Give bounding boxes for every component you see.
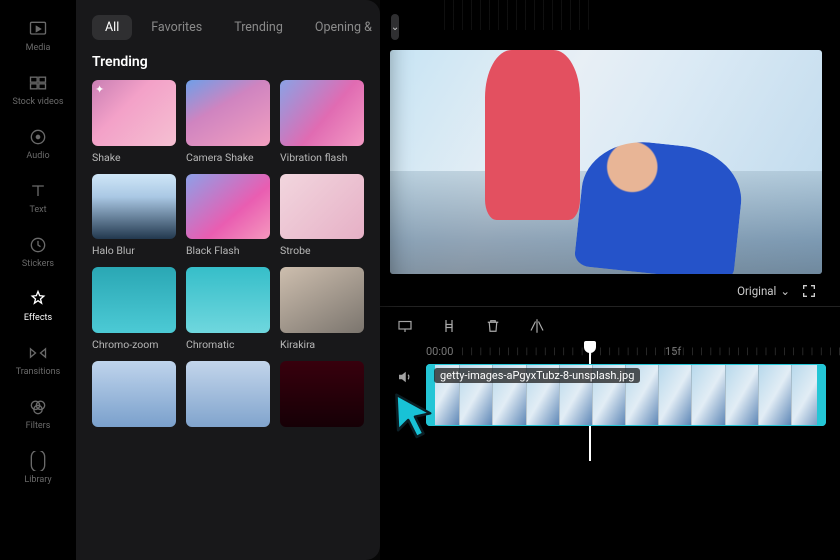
effect-kirakira[interactable]: Kirakira <box>280 267 364 351</box>
effect-label: Kirakira <box>280 338 364 351</box>
preview-wrap <box>380 0 840 274</box>
effect-thumbnail <box>186 267 270 333</box>
timeline-toolbar <box>380 306 840 343</box>
sidebar-item-effects[interactable]: Effects <box>8 280 68 332</box>
effect-label: Halo Blur <box>92 244 176 257</box>
sidebar-item-label: Media <box>26 43 51 53</box>
effects-grid: ✦ Shake Camera Shake Vibration flash Hal… <box>92 80 364 427</box>
sidebar-item-transitions[interactable]: Transitions <box>8 334 68 386</box>
effect-label: Shake <box>92 151 176 164</box>
effects-panel: All Favorites Trending Opening & ⌄ Trend… <box>76 0 380 560</box>
ruler-ticks: ||||||||||||||||||||||||||||||||||||||||… <box>461 347 840 357</box>
effect-label: Black Flash <box>186 244 270 257</box>
effect-thumbnail <box>186 174 270 240</box>
split-tool-button[interactable] <box>438 315 460 337</box>
sidebar-item-label: Stock videos <box>12 97 63 107</box>
effect-vibration-flash[interactable]: Vibration flash <box>280 80 364 164</box>
effect-thumbnail <box>186 361 270 427</box>
tab-all[interactable]: All <box>92 15 132 40</box>
audio-icon <box>28 127 48 147</box>
sidebar-item-stickers[interactable]: Stickers <box>8 226 68 278</box>
media-icon <box>28 19 48 39</box>
fullscreen-button[interactable] <box>800 282 818 300</box>
sidebar-item-label: Filters <box>26 421 51 431</box>
left-sidebar: Media Stock videos Audio Text Stickers E… <box>0 0 76 560</box>
zoom-label-text: Original <box>737 284 776 298</box>
effect-chromatic[interactable]: Chromatic <box>186 267 270 351</box>
sidebar-item-label: Library <box>24 475 51 485</box>
timeline-area: getty-images-aPgyxTubz-8-unsplash.jpg <box>380 362 840 426</box>
sparkle-icon: ✦ <box>95 83 109 97</box>
effect-label: Vibration flash <box>280 151 364 164</box>
video-preview[interactable] <box>390 50 822 274</box>
effect-item[interactable] <box>92 361 176 427</box>
sidebar-item-label: Effects <box>24 313 52 323</box>
effect-thumbnail <box>280 267 364 333</box>
sidebar-item-label: Text <box>29 205 46 215</box>
library-icon <box>28 451 48 471</box>
sidebar-item-media[interactable]: Media <box>8 10 68 62</box>
mute-button[interactable] <box>394 368 416 386</box>
effect-item[interactable] <box>280 361 364 427</box>
effect-item[interactable] <box>186 361 270 427</box>
effects-tabs: All Favorites Trending Opening & ⌄ <box>92 14 364 40</box>
section-title-trending: Trending <box>92 54 364 70</box>
effect-thumbnail <box>186 80 270 146</box>
chevron-down-icon: ⌄ <box>780 284 790 298</box>
effect-thumbnail <box>280 361 364 427</box>
effect-label: Strobe <box>280 244 364 257</box>
stock-videos-icon <box>28 73 48 93</box>
text-icon <box>28 181 48 201</box>
tab-favorites[interactable]: Favorites <box>138 15 215 40</box>
tab-opening[interactable]: Opening & <box>302 15 385 40</box>
sidebar-item-library[interactable]: Library <box>8 442 68 494</box>
chevron-down-icon: ⌄ <box>391 22 399 33</box>
effect-halo-blur[interactable]: Halo Blur <box>92 174 176 258</box>
timeline-ruler[interactable]: 00:00 ||||||||||||||||||||||||||||||||||… <box>380 343 840 362</box>
marker-tool-button[interactable] <box>394 315 416 337</box>
effect-thumbnail <box>92 174 176 240</box>
main-area: Original ⌄ 00:00 |||||||||||||||||||||||… <box>380 0 840 560</box>
effect-label: Camera Shake <box>186 151 270 164</box>
zoom-dropdown[interactable]: Original ⌄ <box>737 284 790 298</box>
sidebar-item-text[interactable]: Text <box>8 172 68 224</box>
mirror-tool-button[interactable] <box>526 315 548 337</box>
delete-tool-button[interactable] <box>482 315 504 337</box>
effect-camera-shake[interactable]: Camera Shake <box>186 80 270 164</box>
ruler-tick-mid: 15f <box>665 345 681 358</box>
effect-chromo-zoom[interactable]: Chromo-zoom <box>92 267 176 351</box>
effect-strobe[interactable]: Strobe <box>280 174 364 258</box>
tab-more-button[interactable]: ⌄ <box>391 14 399 40</box>
effect-black-flash[interactable]: Black Flash <box>186 174 270 258</box>
sidebar-item-label: Stickers <box>22 259 54 269</box>
sidebar-item-label: Audio <box>26 151 49 161</box>
sidebar-item-stock-videos[interactable]: Stock videos <box>8 64 68 116</box>
effect-thumbnail <box>280 174 364 240</box>
effect-shake[interactable]: ✦ Shake <box>92 80 176 164</box>
playhead[interactable] <box>584 341 596 353</box>
effect-label: Chromo-zoom <box>92 338 176 351</box>
effect-thumbnail <box>92 267 176 333</box>
clip-handle-right[interactable] <box>817 364 826 426</box>
effect-thumbnail <box>280 80 364 146</box>
sidebar-item-filters[interactable]: Filters <box>8 388 68 440</box>
sidebar-item-label: Transitions <box>16 367 61 377</box>
effect-thumbnail: ✦ <box>92 80 176 146</box>
effect-thumbnail <box>92 361 176 427</box>
filters-icon <box>28 397 48 417</box>
transitions-icon <box>28 343 48 363</box>
effect-label: Chromatic <box>186 338 270 351</box>
sidebar-item-audio[interactable]: Audio <box>8 118 68 170</box>
tab-trending[interactable]: Trending <box>221 15 296 40</box>
clip-filename: getty-images-aPgyxTubz-8-unsplash.jpg <box>434 368 640 383</box>
effects-icon <box>28 289 48 309</box>
preview-controls: Original ⌄ <box>380 274 840 306</box>
timeline-clip[interactable]: getty-images-aPgyxTubz-8-unsplash.jpg <box>426 364 826 426</box>
ruler-tick-start: 00:00 <box>426 345 453 358</box>
stickers-icon <box>28 235 48 255</box>
